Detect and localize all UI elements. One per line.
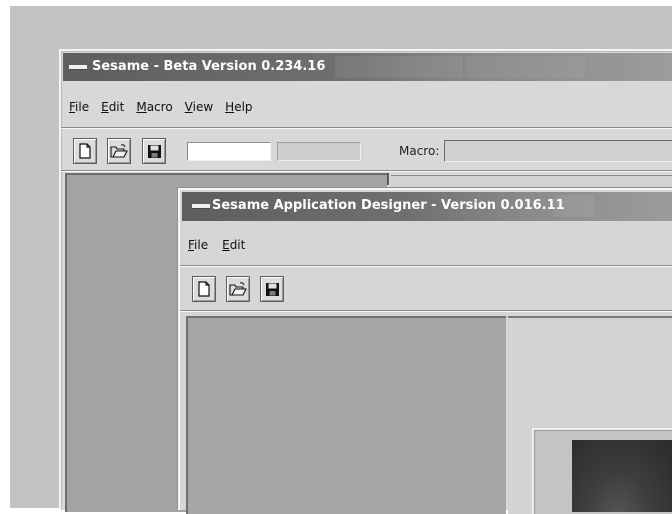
save-disk-icon — [147, 144, 161, 158]
main-title-bar[interactable]: Sesame - Beta Version 0.234.16 — [63, 53, 672, 81]
designer-toolbar-separator — [180, 310, 672, 312]
designer-save-button[interactable] — [260, 276, 284, 302]
designer-open-button[interactable] — [226, 276, 250, 302]
toolbar-separator — [61, 170, 672, 172]
menu-macro[interactable]: Macro — [136, 100, 172, 114]
designer-window-title: Sesame Application Designer - Version 0.… — [212, 198, 565, 213]
save-button[interactable] — [142, 138, 166, 164]
designer-menu-separator — [180, 265, 672, 267]
designer-menu-bar: File Edit — [182, 231, 672, 259]
open-folder-icon — [229, 281, 247, 296]
open-folder-icon — [110, 143, 128, 158]
system-menu-icon[interactable] — [192, 204, 210, 208]
menu-help[interactable]: Help — [225, 100, 252, 114]
designer-left-panel — [186, 316, 506, 514]
save-disk-icon — [265, 282, 279, 296]
system-menu-icon[interactable] — [69, 65, 87, 69]
designer-toolbar — [180, 268, 672, 308]
open-button[interactable] — [107, 138, 131, 164]
macro-label: Macro: — [399, 144, 440, 158]
menu-separator — [61, 127, 672, 129]
toolbar-text-field[interactable] — [187, 142, 271, 161]
designer-window: Sesame Application Designer - Version 0.… — [178, 188, 672, 514]
main-window-title: Sesame - Beta Version 0.234.16 — [92, 59, 326, 74]
splitter-handle[interactable] — [387, 173, 389, 185]
menu-view[interactable]: View — [185, 100, 213, 114]
designer-menu-edit[interactable]: Edit — [222, 238, 245, 252]
new-file-icon — [198, 281, 210, 297]
new-button[interactable] — [73, 138, 97, 164]
main-menu-bar: File Edit Macro View Help — [63, 93, 672, 121]
menu-file[interactable]: File — [69, 100, 89, 114]
designer-title-bar[interactable]: Sesame Application Designer - Version 0.… — [182, 192, 672, 221]
designer-new-button[interactable] — [192, 276, 216, 302]
main-toolbar: Macro: — [61, 130, 672, 170]
designer-menu-file[interactable]: File — [188, 238, 208, 252]
macro-input[interactable] — [444, 140, 672, 162]
menu-edit[interactable]: Edit — [101, 100, 124, 114]
new-file-icon — [79, 143, 91, 159]
designer-preview-image — [572, 440, 672, 512]
toolbar-status-field — [277, 142, 361, 161]
